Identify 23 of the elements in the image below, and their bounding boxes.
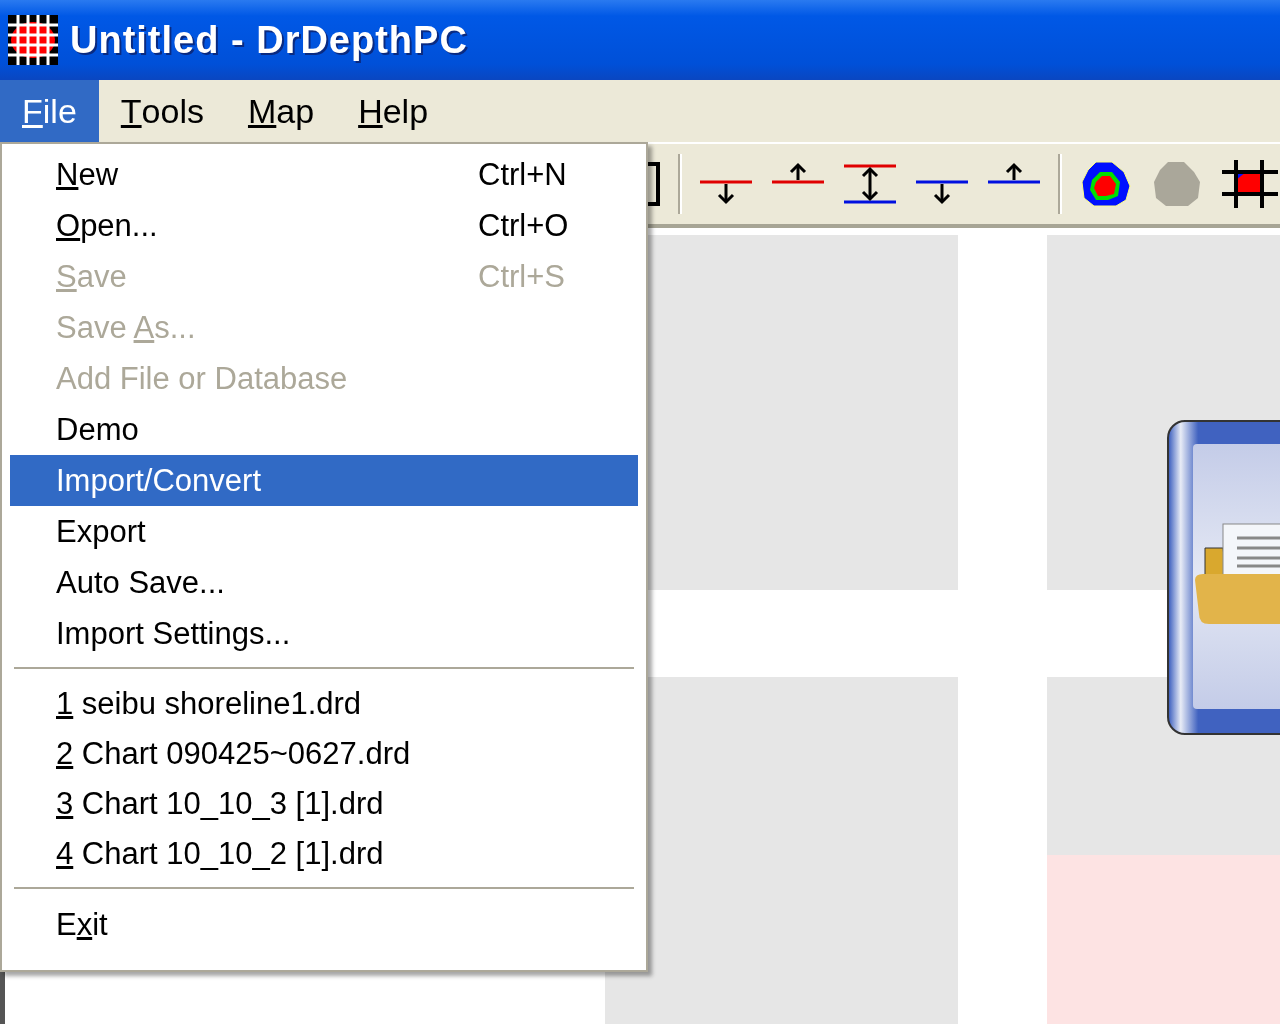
menu-option[interactable]: New Ctrl+N [10,149,638,200]
menu-option[interactable]: Demo [10,404,638,455]
menu-option[interactable]: Import Settings... [10,608,638,659]
menu-option[interactable]: Open... Ctrl+O [10,200,638,251]
menu-option[interactable]: 1 seibu shoreline1.drd [10,679,638,729]
grid-map-icon[interactable] [1222,160,1278,208]
menu-option[interactable]: 4 Chart 10_10_2 [1].drd [10,829,638,879]
window-title: Untitled - DrDepthPC [70,18,468,62]
menu-item[interactable]: Tools [98,80,226,142]
menu-option[interactable]: Exit [10,899,638,950]
menu-item[interactable]: File [0,80,99,142]
contour-map-icon[interactable] [1078,160,1134,208]
toolbar-icon[interactable] [646,162,662,206]
menu-option[interactable]: Import/Convert [10,455,638,506]
menu-option[interactable]: 2 Chart 090425~0627.drd [10,729,638,779]
menu-option[interactable]: Auto Save... [10,557,638,608]
menu-item[interactable]: Map [225,80,337,142]
menu-option[interactable]: Export [10,506,638,557]
grid-icon [8,15,58,65]
open-file-tile[interactable] [1167,420,1280,735]
menu-item[interactable]: Help [336,80,451,142]
double-arrow-icon[interactable] [842,162,898,206]
menu-option[interactable]: 3 Chart 10_10_3 [1].drd [10,779,638,829]
